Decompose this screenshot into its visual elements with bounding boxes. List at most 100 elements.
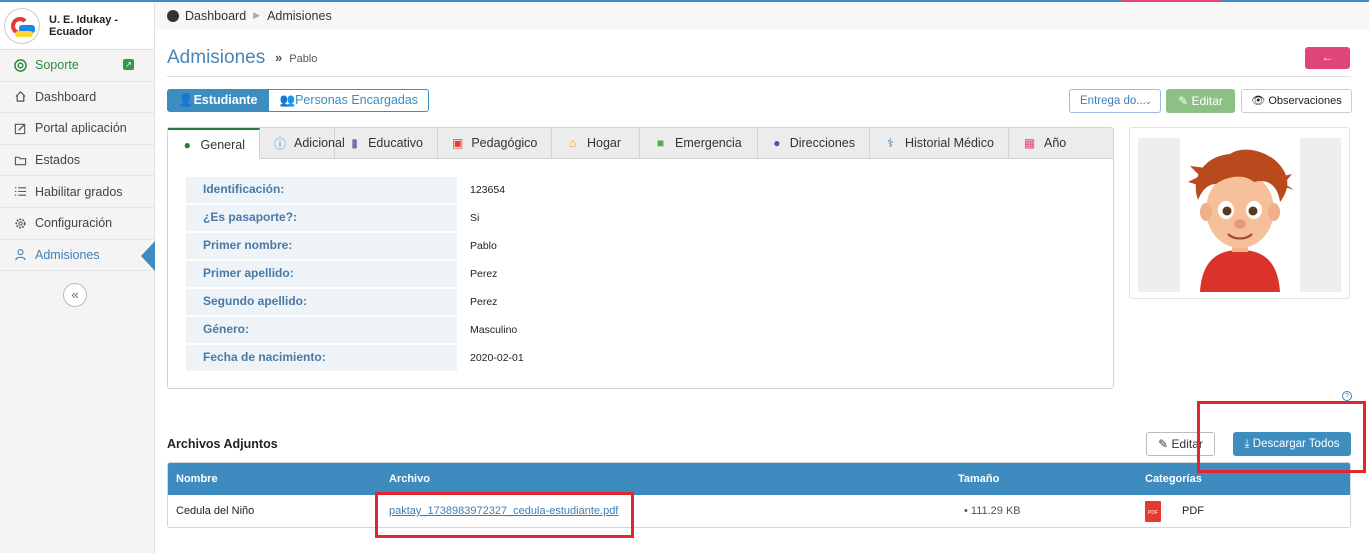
tab-label: Direcciones — [789, 136, 855, 150]
attachment-category: PDF — [1182, 505, 1204, 517]
tab-label: Pedagógico — [471, 136, 538, 150]
sidebar-item-soporte[interactable]: Soporte ↗ — [0, 50, 154, 82]
attachments-title: Archivos Adjuntos — [167, 437, 278, 451]
back-button[interactable]: ← — [1305, 47, 1350, 69]
attachments-table: Nombre Archivo Tamaño Categorías Cedula … — [167, 462, 1351, 528]
entrega-dropdown[interactable]: Entrega do... ⌄ — [1069, 89, 1161, 113]
view-toggle: 👤Estudiante 👥Personas Encargadas — [167, 89, 430, 112]
student-name: Pablo — [289, 53, 318, 65]
field-value: Si — [470, 212, 480, 224]
field-value: 123654 — [470, 184, 506, 196]
table-header: Nombre Archivo Tamaño Categorías — [168, 463, 1350, 495]
sidebar-item-admisiones[interactable]: Admisiones — [0, 240, 155, 272]
field-label: Primer nombre: — [186, 233, 457, 259]
field-label: Segundo apellido: — [186, 289, 457, 315]
highlight-box-download-all — [1197, 401, 1366, 473]
pencil-icon: ✎ — [1158, 437, 1172, 451]
school-name: U. E. Idukay - Ecuador — [49, 13, 119, 38]
tab-emergencia[interactable]: ■ Emergencia — [640, 128, 758, 158]
page-subtitle: » Pablo — [275, 50, 317, 65]
observaciones-button[interactable]: 👁 Observaciones — [1241, 89, 1352, 113]
breadcrumb-dashboard[interactable]: Dashboard — [185, 9, 246, 23]
general-fields: Identificación: 123654 ¿Es pasaporte?: Si … — [186, 176, 524, 372]
sidebar: U. E. Idukay - Ecuador Soporte ↗ Dashboa… — [0, 2, 155, 553]
field-row: Identificación: 123654 — [186, 176, 524, 204]
tab-estudiante[interactable]: 👤Estudiante — [167, 89, 269, 112]
ambulance-icon: ■ — [656, 136, 665, 150]
field-row: ¿Es pasaporte?: Si — [186, 204, 524, 232]
home-icon: ⌂ — [568, 136, 577, 150]
lifebuoy-icon — [12, 58, 28, 72]
pdf-file-icon — [1145, 501, 1161, 522]
field-row: Primer nombre: Pablo — [186, 232, 524, 260]
doctor-icon: ⚕ — [887, 136, 894, 150]
field-label: Fecha de nacimiento: — [186, 345, 457, 371]
users-icon: 👥 — [279, 93, 296, 107]
student-photo[interactable] — [1138, 138, 1341, 292]
tab-pedagogico[interactable]: ▣ Pedagógico — [438, 128, 552, 158]
sidebar-item-configuracion[interactable]: Configuración — [0, 208, 154, 240]
field-value: 2020-02-01 — [470, 352, 524, 364]
user-icon — [12, 248, 28, 261]
teacher-icon: ▣ — [452, 136, 464, 150]
column-header[interactable]: Categorías — [1145, 463, 1202, 495]
sidebar-item-estados[interactable]: Estados — [0, 145, 154, 177]
pencil-icon: ✎ — [1178, 94, 1192, 108]
tab-estudiante-label: Estudiante — [193, 93, 258, 107]
column-header[interactable]: Tamaño — [958, 463, 999, 495]
tab-label: Hogar — [587, 136, 622, 150]
attachment-name: Cedula del Niño — [176, 505, 255, 517]
school-logo — [4, 7, 40, 44]
help-icon[interactable]: ? — [1342, 391, 1352, 401]
field-label: Identificación: — [186, 177, 457, 203]
sidebar-item-dashboard[interactable]: Dashboard — [0, 82, 154, 114]
chevron-right-icon: ▶ — [253, 10, 261, 20]
tab-hogar[interactable]: ⌂ Hogar — [552, 128, 640, 158]
sidebar-item-portal-aplicacion[interactable]: Portal aplicación — [0, 113, 154, 145]
observaciones-label: Observaciones — [1268, 95, 1342, 107]
field-row: Género: Masculino — [186, 316, 524, 344]
field-value: Perez — [470, 268, 498, 280]
sidebar-item-label: Estados — [35, 153, 81, 168]
column-header[interactable]: Archivo — [389, 463, 430, 495]
entrega-dropdown-label: Entrega do... — [1080, 95, 1146, 107]
field-label: Género: — [186, 317, 457, 343]
edit-button[interactable]: ✎ Editar — [1166, 89, 1235, 113]
collapse-sidebar-button[interactable]: « — [63, 283, 87, 307]
student-photo-card — [1129, 127, 1350, 299]
tab-label: Educativo — [368, 136, 423, 150]
breadcrumb: Dashboard ▶ Admisiones — [155, 2, 1369, 29]
tab-historial-medico[interactable]: ⚕ Historial Médico — [870, 128, 1009, 158]
tab-adicional[interactable]: ⓘ Adicional — [260, 128, 345, 158]
map-pin-icon: ● — [773, 136, 781, 150]
globe-icon — [167, 9, 179, 22]
list-icon — [12, 185, 28, 198]
tab-ano[interactable]: ▦ Año — [1009, 128, 1081, 158]
field-label: ¿Es pasaporte?: — [186, 205, 457, 231]
edit-icon — [12, 122, 28, 135]
tab-label: Año — [1044, 136, 1067, 150]
page-title: Admisiones — [167, 47, 266, 68]
column-header[interactable]: Nombre — [176, 463, 218, 495]
field-value: Masculino — [470, 324, 518, 336]
field-label: Primer apellido: — [186, 261, 457, 287]
user-icon: ● — [183, 137, 191, 152]
tab-personas-encargadas-label: Personas Encargadas — [295, 93, 419, 107]
tab-general[interactable]: ● General — [168, 128, 260, 159]
chevron-down-icon: ⌄ — [1144, 96, 1152, 106]
folder-icon — [12, 154, 28, 167]
book-icon: ▮ — [351, 136, 358, 150]
sidebar-item-habilitar-grados[interactable]: Habilitar grados — [0, 176, 154, 208]
tab-personas-encargadas[interactable]: 👥Personas Encargadas — [268, 89, 430, 112]
tab-label: General — [200, 137, 245, 152]
home-icon — [12, 90, 28, 103]
subtitle-separator: » — [275, 50, 283, 65]
tab-educativo[interactable]: ▮ Educativo — [335, 128, 438, 158]
title-divider — [167, 76, 1351, 77]
brand[interactable]: U. E. Idukay - Ecuador — [0, 2, 154, 50]
active-indicator — [141, 240, 155, 271]
tab-direcciones[interactable]: ● Direcciones — [758, 128, 870, 158]
field-row: Fecha de nacimiento: 2020-02-01 — [186, 344, 524, 372]
attachment-size: • 111.29 KB — [964, 505, 1021, 517]
external-link-icon: ↗ — [123, 59, 134, 70]
